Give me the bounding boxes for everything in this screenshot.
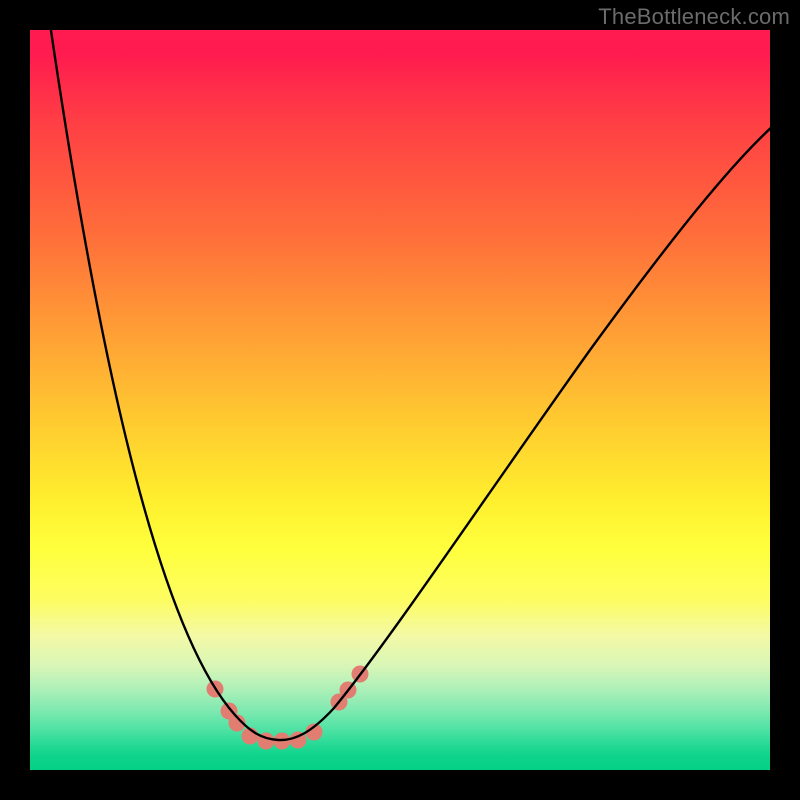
chart-frame — [30, 30, 770, 770]
curve-path — [48, 30, 770, 740]
markers-group — [207, 666, 369, 750]
chart-svg — [30, 30, 770, 770]
watermark-text: TheBottleneck.com — [598, 4, 790, 30]
